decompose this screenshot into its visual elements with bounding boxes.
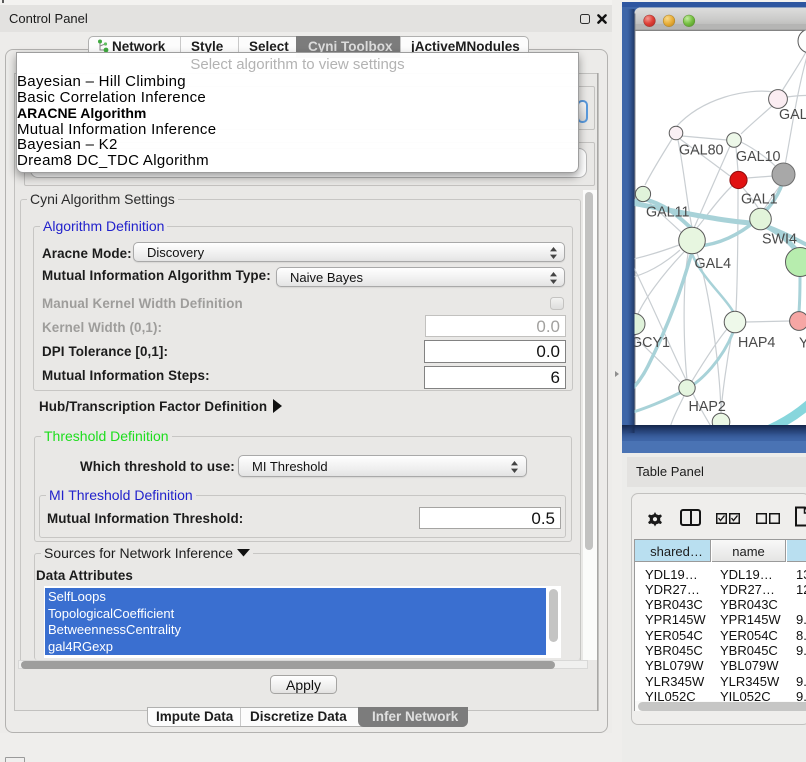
svg-text:GAL4: GAL4 — [695, 256, 732, 272]
svg-text:Y: Y — [799, 336, 806, 352]
svg-text:GCY1: GCY1 — [631, 335, 670, 351]
svg-text:HAP2: HAP2 — [689, 399, 726, 415]
svg-text:GAL1: GAL1 — [741, 192, 778, 208]
svg-text:SWI4: SWI4 — [762, 232, 797, 248]
svg-text:GAL80: GAL80 — [679, 143, 724, 159]
svg-text:GAL10: GAL10 — [736, 149, 781, 165]
svg-text:GAL2: GAL2 — [779, 107, 806, 123]
svg-text:HAP4: HAP4 — [738, 335, 775, 351]
svg-text:GAL11: GAL11 — [646, 205, 689, 221]
